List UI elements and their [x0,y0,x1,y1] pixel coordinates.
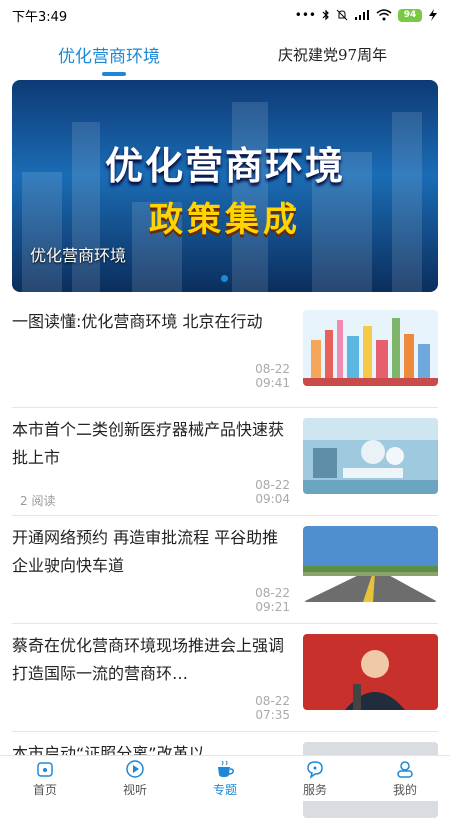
user-icon [397,761,413,778]
wifi-icon [376,9,392,21]
tab-party-anniversary[interactable]: 庆祝建党97周年 [278,44,387,65]
news-title: 本市首个二类创新医疗器械产品快速获批上市 [12,420,285,467]
chat-icon [307,761,323,779]
tab-video-label: 视听 [122,783,147,797]
tab-topics[interactable]: 专题 [180,756,270,801]
topic-tabs: 优化营商环境 庆祝建党97周年 [0,32,450,76]
cup-icon [218,760,234,777]
news-thumbnail-hospital [303,418,438,494]
news-thumbnail-skyline [303,310,438,386]
banner-subheadline: 政策集成 [149,200,301,240]
news-item[interactable]: 一图读懂:优化营商环境 北京在行动 08-22 09:41 [0,298,450,408]
tab-services[interactable]: 服务 [270,756,360,801]
news-title: 开通网络预约 再造审批流程 平谷助推企业驶向快车道 [12,528,279,575]
news-thumbnail-road [303,526,438,602]
battery-icon: 94 [398,8,422,22]
news-thumbnail-speaker [303,634,438,710]
news-time: 08-22 07:35 [255,694,290,722]
carousel-indicator [221,275,228,282]
tab-home[interactable]: 首页 [0,756,90,801]
news-item[interactable]: 蔡奇在优化营商环境现场推进会上强调 打造国际一流的营商环… 08-22 07:3… [0,622,450,732]
news-time: 08-22 09:04 [255,478,290,506]
news-reads: 2 阅读 [20,494,56,508]
bluetooth-icon [322,9,329,21]
news-title: 蔡奇在优化营商环境现场推进会上强调 打造国际一流的营商环… [12,636,285,683]
news-time: 08-22 09:21 [255,586,290,614]
status-bar: 下午3:49 ••• 94 [0,0,450,30]
news-item[interactable]: 本市首个二类创新医疗器械产品快速获批上市 2 阅读 08-22 09:04 [0,406,450,516]
status-time: 下午3:49 [12,9,68,25]
tab-profile-label: 我的 [392,783,417,797]
tab-business-environment[interactable]: 优化营商环境 [58,42,160,67]
tab-video[interactable]: 视听 [90,756,180,801]
charging-icon [429,9,437,21]
banner-headline: 优化营商环境 [104,144,345,188]
home-icon [37,762,53,777]
signal-icon [355,10,369,20]
tab-services-label: 服务 [302,783,327,797]
tab-indicator [102,72,126,76]
tab-home-label: 首页 [32,783,57,797]
news-title: 一图读懂:优化营商环境 北京在行动 [12,312,263,331]
banner-caption: 优化营商环境 [30,246,127,265]
mute-icon [336,9,348,21]
banner-carousel[interactable]: 优化营商环境 政策集成 优化营商环境 [12,80,438,292]
tab-topics-label: 专题 [212,783,237,797]
status-icons: ••• 94 [295,8,438,22]
tab-profile[interactable]: 我的 [360,756,450,801]
news-item[interactable]: 开通网络预约 再造审批流程 平谷助推企业驶向快车道 08-22 09:21 [0,514,450,624]
play-icon [126,760,144,778]
news-time: 08-22 09:41 [255,362,290,390]
more-dots-icon: ••• [294,8,316,22]
bottom-tab-bar: 首页 视听 专题 服务 我的 [0,755,450,801]
